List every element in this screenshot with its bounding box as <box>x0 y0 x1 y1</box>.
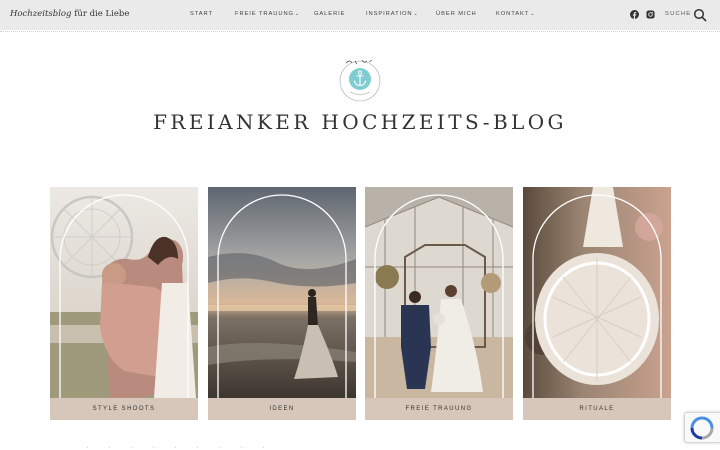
nav-label: START <box>190 11 213 17</box>
card-label: RITUALE <box>523 398 671 420</box>
decorative-dot: · <box>86 443 89 450</box>
nav-label: INSPIRATION <box>366 11 413 17</box>
anchor-logo-icon[interactable] <box>338 55 382 105</box>
site-title-italic: Hochzeitsblog <box>10 9 72 19</box>
chevron-down-icon: ⌄ <box>413 11 419 17</box>
facebook-icon[interactable] <box>630 10 639 19</box>
macrame-dreamcatcher-image <box>523 187 671 398</box>
nav-item-kontakt[interactable]: KONTAKT⌄ <box>496 11 535 17</box>
decorative-dot: · <box>108 443 111 450</box>
card-label: STYLE SHOOTS <box>50 398 198 420</box>
nav-label: KONTAKT <box>496 11 530 17</box>
couple-ferris-wheel-image <box>50 187 198 398</box>
nav-item-ueber-mich[interactable]: ÜBER MICH <box>436 11 477 17</box>
nav-item-start[interactable]: START <box>190 11 213 17</box>
nav-item-inspiration[interactable]: INSPIRATION⌄ <box>366 11 419 17</box>
nav-label: FREIE TRAUUNG <box>235 11 294 17</box>
decorative-dot: · <box>174 443 177 450</box>
chevron-down-icon: ⌄ <box>530 11 536 17</box>
card-label: IDEEN <box>208 398 356 420</box>
search-icon[interactable] <box>693 8 707 22</box>
recaptcha-badge[interactable] <box>684 412 720 443</box>
nav-label: GALERIE <box>314 11 346 17</box>
bride-beach-sunset-image <box>208 187 356 398</box>
category-card-style-shoots[interactable]: STYLE SHOOTS <box>50 187 198 420</box>
instagram-icon[interactable] <box>646 10 655 19</box>
category-card-rituale[interactable]: RITUALE <box>523 187 671 420</box>
decorative-dot: · <box>196 443 199 450</box>
nav-label: ÜBER MICH <box>436 11 477 17</box>
chevron-down-icon: ⌄ <box>294 11 301 17</box>
card-label: FREIE TRAUUNG <box>365 398 513 420</box>
decorative-dot: · <box>130 443 133 450</box>
decorative-dot: · <box>152 443 155 450</box>
site-title-rest: für die Liebe <box>71 9 130 19</box>
decorative-dot: · <box>218 443 221 450</box>
site-title-link[interactable]: Hochzeitsblog für die Liebe <box>10 9 129 19</box>
decorative-dot: · <box>240 443 243 450</box>
category-card-ideen[interactable]: IDEEN <box>208 187 356 420</box>
search-label[interactable]: SUCHE <box>665 11 691 17</box>
recaptcha-icon <box>690 416 714 440</box>
nav-item-freie-trauung[interactable]: FREIE TRAUUNG⌄ <box>235 11 300 17</box>
header-divider <box>0 31 720 32</box>
decorative-dot: · <box>262 443 265 450</box>
couple-greenhouse-image <box>365 187 513 398</box>
nav-item-galerie[interactable]: GALERIE <box>314 11 345 17</box>
category-card-freie-trauung[interactable]: FREIE TRAUUNG <box>365 187 513 420</box>
page-title: FREIANKER HOCHZEITS-BLOG <box>153 110 567 134</box>
